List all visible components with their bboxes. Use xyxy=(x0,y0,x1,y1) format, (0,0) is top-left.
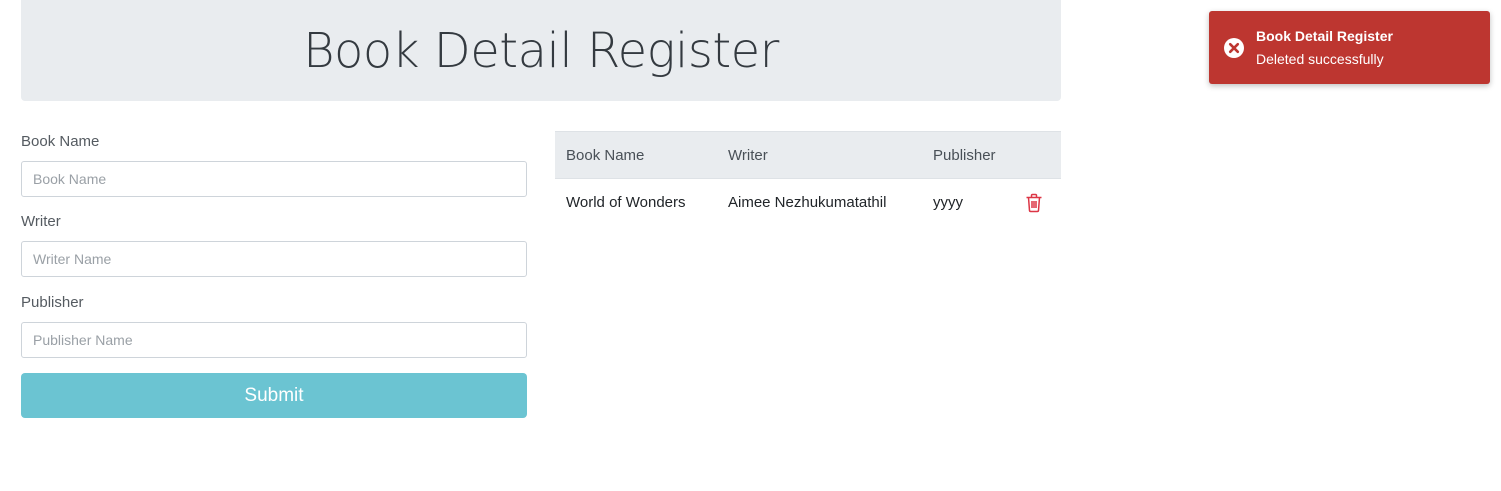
submit-button[interactable]: Submit xyxy=(21,373,527,418)
toast-title: Book Detail Register xyxy=(1256,28,1393,44)
toast-message: Deleted successfully xyxy=(1256,51,1384,67)
books-table-container: Book Name Writer Publisher World of Wond… xyxy=(555,131,1061,226)
books-table: Book Name Writer Publisher World of Wond… xyxy=(555,131,1061,226)
table-row: World of Wonders Aimee Nezhukumatathil y… xyxy=(555,179,1061,227)
page: Book Detail Register Book Name Writer Pu… xyxy=(0,0,1501,491)
publisher-label: Publisher xyxy=(21,294,84,311)
table-header-row: Book Name Writer Publisher xyxy=(555,131,1061,179)
book-name-label: Book Name xyxy=(21,133,100,150)
toast-notification[interactable]: Book Detail Register Deleted successfull… xyxy=(1209,11,1490,84)
writer-label: Writer xyxy=(21,213,61,230)
cell-actions xyxy=(1014,179,1061,227)
trash-icon[interactable] xyxy=(1025,193,1043,213)
header-banner: Book Detail Register xyxy=(21,0,1061,101)
publisher-group: Publisher xyxy=(21,292,527,358)
column-header-book-name: Book Name xyxy=(555,131,717,179)
cell-writer: Aimee Nezhukumatathil xyxy=(728,194,887,211)
column-header-writer: Writer xyxy=(717,131,922,179)
writer-group: Writer xyxy=(21,211,527,277)
cell-book-name: World of Wonders xyxy=(566,194,686,211)
page-title: Book Detail Register xyxy=(303,22,779,79)
cell-publisher: yyyy xyxy=(933,194,963,211)
column-header-publisher: Publisher xyxy=(922,131,1014,179)
error-circle-icon xyxy=(1223,37,1245,59)
writer-input[interactable] xyxy=(21,241,527,277)
column-header-actions xyxy=(1014,131,1061,179)
book-name-group: Book Name xyxy=(21,131,527,197)
publisher-input[interactable] xyxy=(21,322,527,358)
book-name-input[interactable] xyxy=(21,161,527,197)
